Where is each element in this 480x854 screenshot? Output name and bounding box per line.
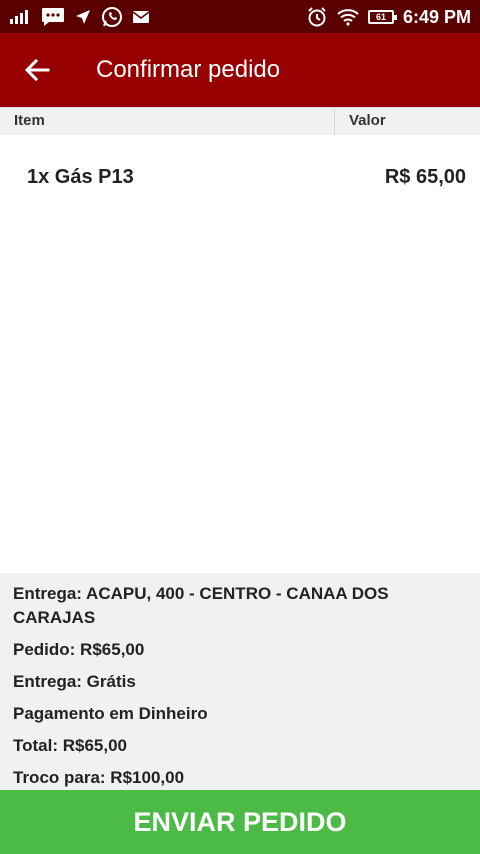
notification-icons — [10, 6, 150, 28]
change-for: Troco para: R$100,00 — [13, 768, 185, 787]
order-total: Pedido: R$65,00 — [13, 640, 145, 659]
row-item-value: R$ 65,00 — [384, 166, 466, 188]
table-header: Item Valor — [0, 107, 480, 135]
battery-level: 61 — [375, 11, 386, 22]
alarm-icon — [308, 7, 326, 27]
signal-icon — [10, 10, 28, 24]
row-item-name: 1x Gás P13 — [27, 166, 134, 188]
delivery-address: Entrega: ACAPU, 400 - CENTRO - CANAA DOS… — [13, 584, 389, 627]
page-title: Confirmar pedido — [96, 56, 281, 83]
send-icon — [76, 10, 90, 24]
column-header-item: Item — [14, 112, 45, 129]
payment-method: Pagamento em Dinheiro — [13, 704, 208, 723]
wifi-icon — [337, 9, 359, 26]
delivery-fee: Entrega: Grátis — [13, 672, 136, 691]
clock: 6:49 PM — [402, 6, 471, 27]
grand-total: Total: R$65,00 — [13, 736, 128, 755]
battery-icon: 61 — [367, 10, 397, 24]
send-order-button[interactable]: ENVIAR PEDIDO — [0, 790, 480, 854]
column-header-value: Valor — [349, 112, 386, 129]
whatsapp-icon — [102, 7, 122, 27]
order-summary: Entrega: ACAPU, 400 - CENTRO - CANAA DOS… — [0, 573, 480, 791]
status-bar: 61 6:49 PM — [0, 0, 480, 33]
arrow-back-icon[interactable] — [22, 55, 52, 85]
app-bar: Confirmar pedido — [0, 33, 480, 107]
mail-icon — [132, 11, 150, 23]
column-divider — [334, 108, 335, 135]
message-icon — [42, 8, 64, 26]
system-icons: 61 6:49 PM — [306, 5, 471, 29]
table-row[interactable]: 1x Gás P13 R$ 65,00 — [0, 150, 480, 202]
